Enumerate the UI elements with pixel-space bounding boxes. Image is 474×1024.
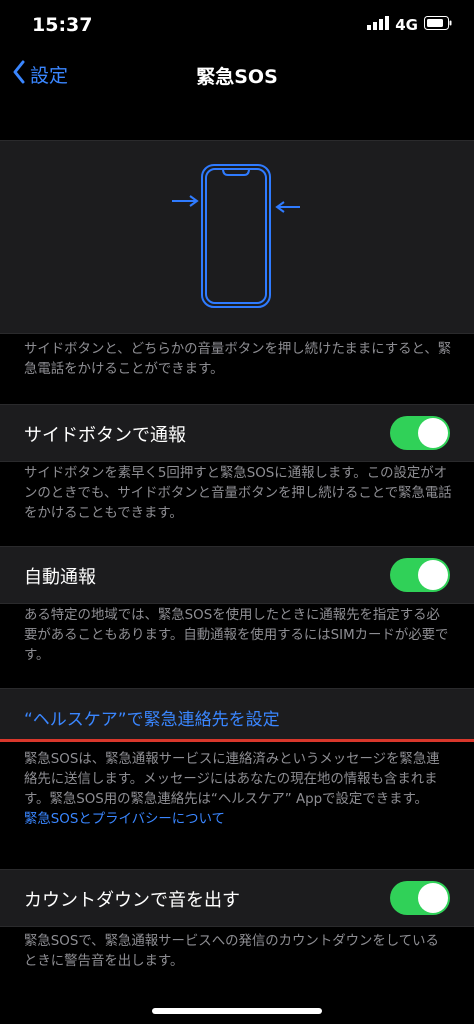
privacy-link[interactable]: 緊急SOSとプライバシーについて [24,812,225,827]
annotation-underline [0,739,474,742]
home-indicator[interactable] [152,1008,322,1014]
toggle-auto-call[interactable] [390,558,450,592]
row-label: サイドボタンで通報 [24,425,186,446]
illustration-panel [0,140,474,334]
network-label: 4G [395,16,418,34]
status-time: 15:37 [32,14,93,36]
phone-buttons-icon [172,164,300,308]
row-auto-call[interactable]: 自動通報 [0,546,474,604]
row-footer: ある特定の地域では、緊急SOSを使用したときに通報先を指定する必要があることもあ… [24,608,449,663]
battery-icon [424,16,452,34]
row-footer: 緊急SOSは、緊急通報サービスに連絡済みというメッセージを緊急連絡先に送信します… [24,750,452,830]
toggle-call-with-side[interactable] [390,416,450,450]
signal-icon [367,16,390,34]
toggle-countdown-sound[interactable] [390,881,450,915]
page-title: 緊急SOS [196,66,278,88]
health-footer-text: 緊急SOSは、緊急通報サービスに連絡済みというメッセージを緊急連絡先に送信します… [24,752,440,807]
row-call-with-side[interactable]: サイドボタンで通報 [0,404,474,462]
row-countdown-sound[interactable]: カウントダウンで音を出す [0,869,474,927]
row-footer: サイドボタンを素早く5回押すと緊急SOSに通報します。この設定がオンのときでも、… [24,466,452,521]
row-footer: 緊急SOSで、緊急通報サービスへの発信のカウントダウンをしているときに警告音を出… [24,934,439,969]
row-label: 自動通報 [24,567,96,588]
row-health-contacts[interactable]: “ヘルスケア”で緊急連絡先を設定 [0,688,474,742]
row-label: カウントダウンで音を出す [24,890,240,911]
status-indicators: 4G [367,16,452,34]
illustration-caption: サイドボタンと、どちらかの音量ボタンを押し続けたままにすると、緊急電話をかけるこ… [24,342,452,377]
health-contacts-link[interactable]: “ヘルスケア”で緊急連絡先を設定 [24,705,280,730]
